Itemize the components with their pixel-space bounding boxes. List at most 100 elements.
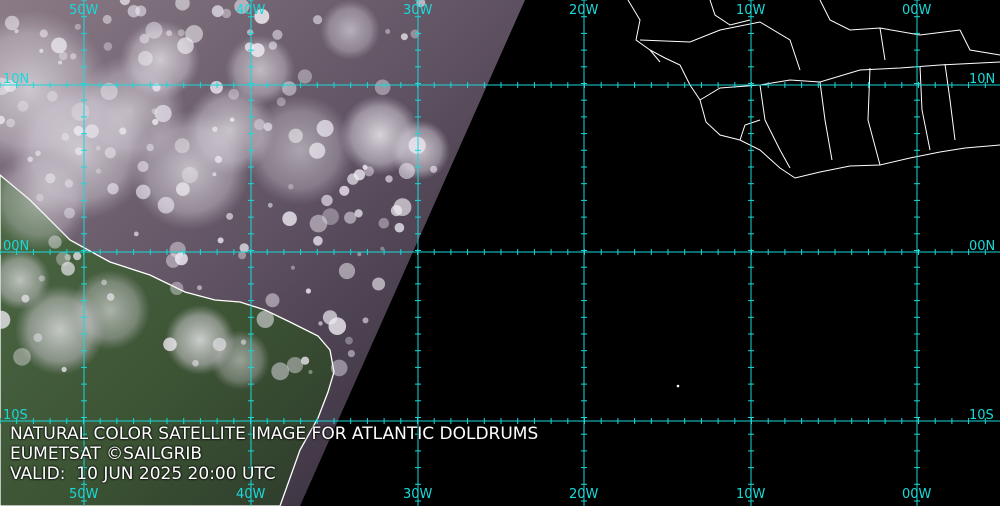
cloud-cell xyxy=(297,69,312,84)
satellite-map: 50W 40W 30W 20W 10W 00W 50W 40W 30W 20W … xyxy=(0,0,1000,506)
cloud-cell xyxy=(6,118,16,128)
africa-outline xyxy=(627,0,1000,179)
cloud-cell xyxy=(357,252,362,257)
lon-label-bottom-30w: 30W xyxy=(403,487,433,502)
cloud-cell xyxy=(394,222,405,233)
cloud-cell xyxy=(58,60,63,65)
cloud-cell xyxy=(177,29,185,37)
cloud-cell xyxy=(268,41,278,50)
cloud-cell xyxy=(33,333,43,342)
cloud-cell xyxy=(177,37,194,54)
cloud-cell xyxy=(51,37,67,54)
lat-label-right-10n: 10N xyxy=(969,72,996,87)
cloud-cell xyxy=(212,172,217,177)
cloud-cell xyxy=(17,100,29,112)
cloud-cell xyxy=(163,337,177,352)
cloud-cell xyxy=(247,29,254,36)
cloud-cell xyxy=(70,53,77,60)
cloud-cell xyxy=(305,288,311,294)
cloud-cell xyxy=(104,147,116,159)
cloud-cell xyxy=(276,97,286,107)
cloud-cell xyxy=(301,356,310,365)
cloud-cell xyxy=(345,336,353,345)
cloud-cell xyxy=(135,184,151,200)
cloud-cell xyxy=(71,102,90,121)
cloud-cell xyxy=(313,15,323,25)
cloud-cell xyxy=(146,143,154,152)
cloud-cell xyxy=(385,29,391,34)
cloud-cell xyxy=(106,293,115,301)
cloud-cell xyxy=(339,185,350,196)
cloud-cell xyxy=(253,119,265,131)
cloud-cell xyxy=(4,15,20,31)
cloud-cell xyxy=(107,183,119,195)
lon-label-bottom-20w: 20W xyxy=(569,487,599,502)
cloud-cell xyxy=(35,150,41,157)
cloud-cell xyxy=(318,321,323,326)
cloud-cell xyxy=(354,209,363,218)
cloud-cell xyxy=(240,339,247,345)
cloud-cell xyxy=(362,317,369,324)
cloud-cell xyxy=(347,350,355,358)
cloud-cell xyxy=(21,294,30,303)
cloud-cell xyxy=(137,161,149,172)
lon-label-top-50w: 50W xyxy=(69,3,99,18)
cloud-cell xyxy=(14,29,19,34)
cloud-cell xyxy=(154,104,172,123)
cloud-cell xyxy=(73,125,84,136)
cloud-cell xyxy=(176,182,190,197)
cloud-cell xyxy=(265,293,280,308)
cloud-cell xyxy=(138,51,153,66)
cloud-cell xyxy=(56,252,71,266)
cloud-cell xyxy=(271,362,290,381)
cloud-cell xyxy=(338,262,356,280)
cloud-cell xyxy=(239,243,249,253)
cloud-cell xyxy=(400,33,408,41)
cloud-cell xyxy=(286,357,304,374)
cloud-cell xyxy=(212,337,227,352)
cloud-cell xyxy=(322,310,338,325)
lon-label-top-20w: 20W xyxy=(569,3,599,18)
caption-credit: EUMETSAT ©SAILGRIB xyxy=(10,444,203,464)
lat-label-right-10s: 10S xyxy=(969,408,994,423)
lon-label-top-30w: 30W xyxy=(403,3,433,18)
cloud-cell xyxy=(263,122,273,132)
cloud-cell xyxy=(38,275,46,282)
cloud-cell xyxy=(228,88,240,100)
cloud-cell xyxy=(85,124,99,139)
cloud-cell xyxy=(226,212,234,220)
cloud-cell xyxy=(288,128,303,143)
lon-label-top-10w: 10W xyxy=(736,3,766,18)
cloud-cell xyxy=(119,127,127,135)
cloud-cell xyxy=(174,138,190,154)
cloud-cell xyxy=(217,237,224,244)
lon-label-bottom-40w: 40W xyxy=(236,487,266,502)
cloud-cell xyxy=(282,211,297,226)
cloud-cell xyxy=(27,156,33,163)
cloud-cell xyxy=(214,155,222,163)
cloud-cell xyxy=(256,310,274,328)
cloud-cell xyxy=(36,193,44,202)
cloud-cell xyxy=(230,117,235,122)
cloud-blob xyxy=(245,95,355,205)
cloud-cell xyxy=(64,207,75,219)
cloud-cell xyxy=(103,42,113,51)
cloud-cell xyxy=(210,81,223,94)
cloud-cell xyxy=(322,208,339,226)
cloud-cell xyxy=(267,202,273,208)
cloud-cell xyxy=(288,184,294,190)
lon-label-bottom-50w: 50W xyxy=(69,487,99,502)
cloud-cell xyxy=(151,108,158,115)
cloud-cell xyxy=(170,281,184,295)
cloud-cell xyxy=(64,179,74,188)
cloud-cell xyxy=(372,277,386,291)
caption-valid-time: VALID: 10 JUN 2025 20:00 UTC xyxy=(10,464,276,484)
lat-label-right-00n: 00N xyxy=(969,239,996,254)
cloud-cell xyxy=(74,23,81,30)
cloud-cell xyxy=(47,91,58,102)
cloud-blob xyxy=(320,0,380,60)
cloud-cell xyxy=(135,5,147,17)
cloud-cell xyxy=(157,196,175,214)
image-caption: NATURAL COLOR SATELLITE IMAGE FOR ATLANT… xyxy=(10,424,538,484)
cloud-cell xyxy=(308,370,313,374)
